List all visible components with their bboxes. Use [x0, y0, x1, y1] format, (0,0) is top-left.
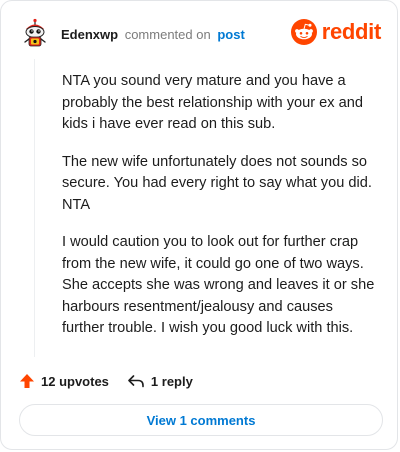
reply-count: 1 reply — [150, 373, 193, 389]
action-text: commented on — [124, 27, 211, 42]
comment-actions: 12 upvotes 1 reply — [19, 371, 193, 391]
reply-button[interactable]: 1 reply — [127, 373, 193, 389]
comment-paragraph: NTA you sound very mature and you have a… — [62, 73, 363, 132]
upvote-button[interactable]: 12 upvotes — [19, 373, 109, 389]
comment-meta: Edenxwp commented on post — [61, 27, 245, 42]
upvotes-count: 12 upvotes — [41, 373, 109, 389]
avatar[interactable] — [19, 17, 51, 49]
upvote-arrow-icon — [20, 374, 34, 388]
view-comments-label: View 1 comments — [146, 412, 256, 428]
comment-paragraph: I would caution you to look out for furt… — [62, 234, 375, 336]
thread-line — [34, 59, 35, 357]
comment-header: Edenxwp commented on post reddit — [19, 15, 381, 55]
avatar-image — [19, 17, 51, 49]
reddit-brand[interactable]: reddit — [290, 17, 382, 47]
username[interactable]: Edenxwp — [61, 27, 118, 42]
comment-card: Edenxwp commented on post reddit NTA you… — [0, 0, 398, 450]
view-comments-button[interactable]: View 1 comments — [19, 404, 383, 436]
reddit-logo-icon — [290, 19, 317, 45]
post-link[interactable]: post — [217, 27, 244, 42]
reddit-wordmark: reddit — [321, 19, 382, 44]
comment-paragraph: The new wife unfortunately does not soun… — [62, 153, 372, 213]
reply-arrow-icon — [128, 375, 144, 388]
comment-body: NTA you sound very mature and you have a… — [62, 71, 378, 356]
